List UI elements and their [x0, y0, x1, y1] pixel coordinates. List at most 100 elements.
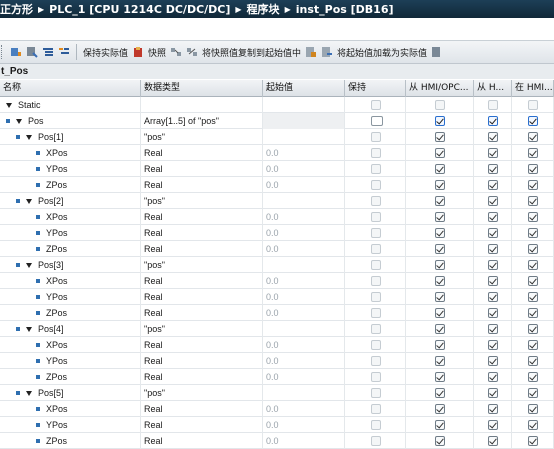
visible-in-hmi-checkbox[interactable]: [528, 260, 538, 270]
table-row[interactable]: ZPos Real 0.0: [0, 305, 554, 321]
accessible-from-hmi-checkbox[interactable]: [435, 276, 445, 286]
column-header-data-type[interactable]: 数据类型: [141, 80, 263, 97]
visible-in-hmi-checkbox[interactable]: [528, 244, 538, 254]
accessible-from-hmi-checkbox[interactable]: [435, 340, 445, 350]
name-cell[interactable]: ZPos: [0, 177, 141, 193]
writable-from-hmi-checkbox[interactable]: [488, 260, 498, 270]
name-cell[interactable]: YPos: [0, 417, 141, 433]
writable-from-hmi-checkbox[interactable]: [488, 404, 498, 414]
table-row[interactable]: Pos[2] "pos": [0, 193, 554, 209]
table-row[interactable]: Pos[5] "pos": [0, 385, 554, 401]
table-row[interactable]: XPos Real 0.0: [0, 145, 554, 161]
retain-checkbox[interactable]: [371, 388, 381, 398]
start-value-cell[interactable]: 0.0: [263, 353, 345, 369]
start-value-cell[interactable]: 0.0: [263, 401, 345, 417]
column-header-start-value[interactable]: 起始值: [263, 80, 345, 97]
writable-from-hmi-checkbox[interactable]: [488, 132, 498, 142]
name-cell[interactable]: ZPos: [0, 305, 141, 321]
table-row[interactable]: Pos[3] "pos": [0, 257, 554, 273]
expand-toggle-icon[interactable]: [26, 262, 32, 268]
writable-from-hmi-checkbox[interactable]: [488, 164, 498, 174]
visible-in-hmi-checkbox[interactable]: [528, 356, 538, 366]
name-cell[interactable]: YPos: [0, 225, 141, 241]
start-value-cell[interactable]: [263, 193, 345, 209]
table-row[interactable]: YPos Real 0.0: [0, 225, 554, 241]
name-cell[interactable]: XPos: [0, 273, 141, 289]
writable-from-hmi-checkbox[interactable]: [488, 148, 498, 158]
visible-in-hmi-checkbox[interactable]: [528, 420, 538, 430]
table-row[interactable]: ZPos Real 0.0: [0, 433, 554, 449]
start-value-cell[interactable]: [263, 129, 345, 145]
writable-from-hmi-checkbox[interactable]: [488, 276, 498, 286]
retain-checkbox[interactable]: [371, 436, 381, 446]
expand-all-button[interactable]: [42, 43, 54, 61]
accessible-from-hmi-checkbox[interactable]: [435, 212, 445, 222]
visible-in-hmi-checkbox[interactable]: [528, 324, 538, 334]
collapse-all-button[interactable]: [58, 43, 70, 61]
load-start-as-actual-button[interactable]: 将起始值加载为实际值: [337, 43, 427, 61]
breadcrumb-item-project[interactable]: 正方形: [0, 1, 33, 17]
expand-toggle-icon[interactable]: [26, 198, 32, 204]
table-row[interactable]: YPos Real 0.0: [0, 161, 554, 177]
retain-checkbox[interactable]: [371, 276, 381, 286]
accessible-from-hmi-checkbox[interactable]: [435, 148, 445, 158]
expand-toggle-icon[interactable]: [6, 102, 12, 108]
name-cell[interactable]: ZPos: [0, 433, 141, 449]
start-value-cell[interactable]: [263, 97, 345, 113]
column-header-accessible-from-hmi[interactable]: 从 HMI/OPC...: [406, 80, 474, 97]
name-cell[interactable]: Pos: [0, 113, 141, 129]
table-row[interactable]: Pos[1] "pos": [0, 129, 554, 145]
writable-from-hmi-checkbox[interactable]: [488, 212, 498, 222]
data-type-cell[interactable]: Array[1..5] of "pos": [141, 113, 263, 129]
expand-toggle-icon[interactable]: [26, 390, 32, 396]
start-value-cell[interactable]: 0.0: [263, 289, 345, 305]
visible-in-hmi-checkbox[interactable]: [528, 180, 538, 190]
start-value-cell[interactable]: 0.0: [263, 161, 345, 177]
visible-in-hmi-checkbox[interactable]: [528, 116, 538, 126]
retain-checkbox[interactable]: [371, 372, 381, 382]
retain-checkbox[interactable]: [371, 356, 381, 366]
column-header-visible-in-hmi[interactable]: 在 HMI...: [512, 80, 554, 97]
retain-checkbox[interactable]: [371, 404, 381, 414]
keep-actual-values-button[interactable]: 保持实际值: [83, 43, 128, 61]
retain-checkbox[interactable]: [371, 148, 381, 158]
accessible-from-hmi-checkbox[interactable]: [435, 228, 445, 238]
visible-in-hmi-checkbox[interactable]: [528, 276, 538, 286]
retain-checkbox[interactable]: [371, 164, 381, 174]
visible-in-hmi-checkbox[interactable]: [528, 340, 538, 350]
start-value-cell[interactable]: 0.0: [263, 145, 345, 161]
writable-from-hmi-checkbox[interactable]: [488, 292, 498, 302]
data-type-cell[interactable]: Real: [141, 369, 263, 385]
retain-checkbox[interactable]: [371, 132, 381, 142]
retain-checkbox[interactable]: [371, 196, 381, 206]
visible-in-hmi-checkbox[interactable]: [528, 404, 538, 414]
table-row[interactable]: YPos Real 0.0: [0, 289, 554, 305]
table-row[interactable]: YPos Real 0.0: [0, 417, 554, 433]
data-type-cell[interactable]: Real: [141, 209, 263, 225]
retain-checkbox[interactable]: [371, 340, 381, 350]
visible-in-hmi-checkbox[interactable]: [528, 132, 538, 142]
data-type-cell[interactable]: Real: [141, 337, 263, 353]
table-row[interactable]: Static: [0, 97, 554, 113]
accessible-from-hmi-checkbox[interactable]: [435, 132, 445, 142]
column-header-retain[interactable]: 保持: [345, 80, 406, 97]
writable-from-hmi-checkbox[interactable]: [488, 100, 498, 110]
start-value-cell[interactable]: 0.0: [263, 305, 345, 321]
accessible-from-hmi-checkbox[interactable]: [435, 100, 445, 110]
name-cell[interactable]: Pos[3]: [0, 257, 141, 273]
expand-toggle-icon[interactable]: [26, 134, 32, 140]
table-row[interactable]: XPos Real 0.0: [0, 337, 554, 353]
retain-checkbox[interactable]: [371, 420, 381, 430]
writable-from-hmi-checkbox[interactable]: [488, 244, 498, 254]
data-type-cell[interactable]: "pos": [141, 321, 263, 337]
expand-toggle-icon[interactable]: [26, 326, 32, 332]
toolbar-grip[interactable]: [1, 45, 5, 59]
data-type-cell[interactable]: Real: [141, 417, 263, 433]
copy-snapshot-to-start-button[interactable]: 将快照值复制到起始值中: [202, 43, 301, 61]
table-row[interactable]: ZPos Real 0.0: [0, 241, 554, 257]
data-type-cell[interactable]: [141, 97, 263, 113]
name-cell[interactable]: XPos: [0, 145, 141, 161]
start-values-icon-button[interactable]: [305, 43, 317, 61]
data-type-cell[interactable]: Real: [141, 177, 263, 193]
data-type-cell[interactable]: Real: [141, 401, 263, 417]
